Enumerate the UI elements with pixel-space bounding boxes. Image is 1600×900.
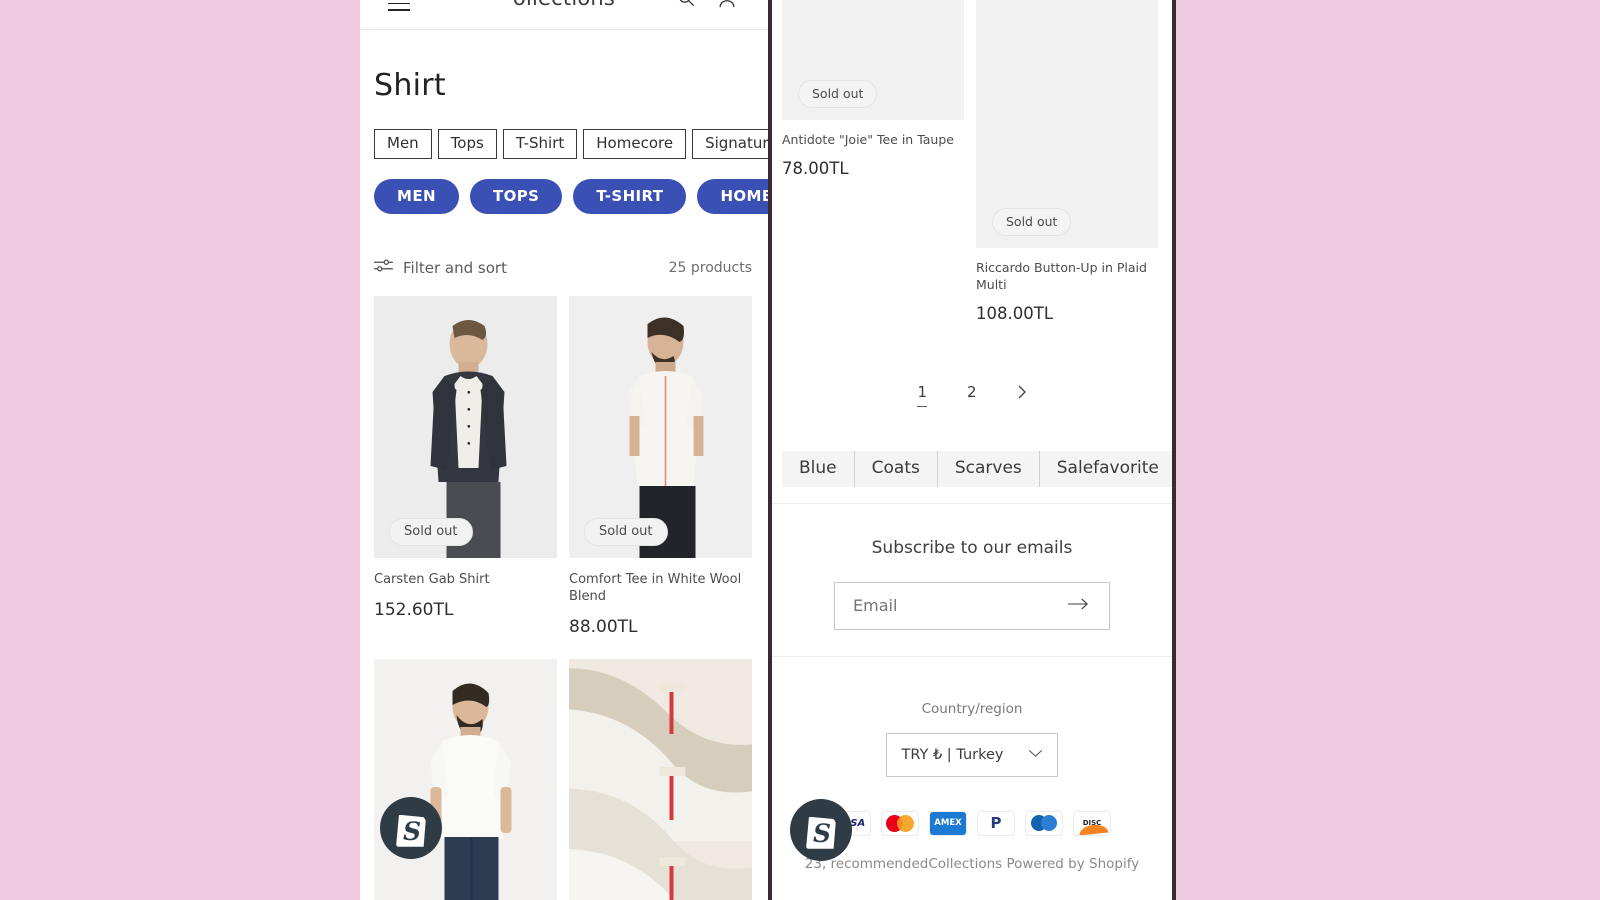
newsletter-heading: Subscribe to our emails [871,537,1073,558]
product-image[interactable]: Sold out [569,296,752,558]
pagination-page-2[interactable]: 2 [967,383,977,406]
product-card[interactable]: Sold out Comfort Tee in White Wool Blend… [569,296,752,637]
shopify-bag-icon [790,798,852,861]
product-image[interactable]: Sold out [782,0,964,120]
newsletter-form [834,581,1110,630]
product-title[interactable]: Antidote "Joie" Tee in Taupe [782,120,964,149]
shopify-bag-icon [380,796,442,859]
chevron-down-icon [1028,747,1043,762]
discover-icon: DISC [1082,819,1102,828]
category-link-strip: Blue Coats Scarves Salefavorite Salef [782,450,1172,487]
sold-out-badge: Sold out [992,208,1072,236]
pill-tag-tops[interactable]: TOPS [469,179,563,214]
footer-bottom: VISA AMEX P DISC 23, recommendedCollecti… [772,777,1172,872]
country-region-label: Country/region [921,700,1023,717]
site-header: ollections [360,0,768,30]
pagination-page-1[interactable]: 1 [917,383,927,407]
product-photo-white-tee-model [374,658,557,900]
product-card[interactable]: Sold out Antidote "Joie" Tee in Taupe 78… [782,0,964,323]
right-product-grid: Sold out Antidote "Joie" Tee in Taupe 78… [772,0,1172,323]
payment-icon-discover: DISC [1073,810,1111,836]
product-image[interactable]: Sold out [976,0,1158,248]
filter-sort-icon [374,258,393,278]
product-card[interactable]: Sold out Riccardo Button-Up in Plaid Mul… [976,0,1158,323]
facet-bar: Filter and sort 25 products [360,214,768,278]
country-region-select[interactable]: TRY ₺ | Turkey [886,732,1058,777]
pill-tag-t-shirt[interactable]: T-SHIRT [573,179,687,214]
category-link-blue[interactable]: Blue [782,450,855,487]
product-title[interactable]: Comfort Tee in White Wool Blend [569,558,752,606]
product-card[interactable] [374,658,557,900]
search-icon[interactable] [676,0,696,8]
filter-and-sort-label: Filter and sort [403,259,507,277]
arrow-right-icon[interactable] [1067,595,1089,616]
product-count: 25 products [668,260,752,276]
pill-tag-men[interactable]: MEN [374,179,459,214]
product-card[interactable]: Sold out Carsten Gab Shirt 152.60TL [374,296,557,637]
country-region-section: Country/region TRY ₺ | Turkey [772,655,1172,777]
panel-divider-right [1172,0,1176,900]
amex-icon: AMEX [930,811,966,835]
chevron-right-icon[interactable] [1017,384,1027,405]
product-price: 152.60TL [374,599,454,620]
payment-icon-amex: AMEX [929,810,967,836]
paypal-icon: P [990,814,1002,833]
product-image[interactable]: Sold out [374,296,557,558]
category-link-salefavorite[interactable]: Salefavorite [1040,451,1172,487]
sold-out-badge: Sold out [584,518,668,546]
product-photo-tee-stack [569,658,752,900]
product-grid: Sold out Carsten Gab Shirt 152.60TL Sold… [360,278,768,900]
collection-results-panel: Sold out Antidote "Joie" Tee in Taupe 78… [772,0,1172,900]
outline-tag-men[interactable]: Men [374,129,432,159]
pill-tag-row: MEN TOPS T-SHIRT HOMECO [360,159,768,214]
product-price: 78.00TL [782,158,849,178]
payment-icon-paypal: P [977,810,1015,836]
screenshot-root: ollections Shirt Men Tops T-Shirt Homeco… [0,0,1600,900]
pagination: 1 2 [772,323,1172,407]
page-title: Shirt [374,68,446,103]
product-title[interactable]: Carsten Gab Shirt [374,558,557,589]
pill-tag-homecore[interactable]: HOMECO [697,179,768,214]
product-title[interactable]: Riccardo Button-Up in Plaid Multi [976,248,1158,294]
product-image[interactable] [569,658,752,900]
outline-tag-tops[interactable]: Tops [437,129,497,159]
category-link-scarves[interactable]: Scarves [938,450,1040,487]
product-price: 108.00TL [976,303,1054,323]
product-image[interactable] [374,658,557,900]
payment-icon-diners-club [1025,810,1063,836]
outline-tag-row: Men Tops T-Shirt Homecore Signatur [360,103,768,159]
category-link-coats[interactable]: Coats [855,450,938,487]
outline-tag-signature[interactable]: Signatur [692,129,768,159]
account-icon[interactable] [716,0,738,9]
product-card[interactable] [569,658,752,900]
outline-tag-t-shirt[interactable]: T-Shirt [502,129,578,159]
newsletter-section: Subscribe to our emails [772,502,1172,630]
product-price: 88.00TL [569,616,638,637]
country-region-value: TRY ₺ | Turkey [901,746,1004,763]
collection-page-panel: ollections Shirt Men Tops T-Shirt Homeco… [360,0,768,900]
site-title: ollections [360,0,768,10]
mastercard-icon [886,814,914,832]
email-input[interactable] [853,596,1053,616]
filter-and-sort-button[interactable]: Filter and sort [374,258,507,278]
payment-icon-mastercard [881,810,919,836]
outline-tag-homecore[interactable]: Homecore [583,129,687,159]
sold-out-badge: Sold out [798,80,878,108]
sold-out-badge: Sold out [389,518,473,546]
diners-club-icon [1031,815,1057,832]
